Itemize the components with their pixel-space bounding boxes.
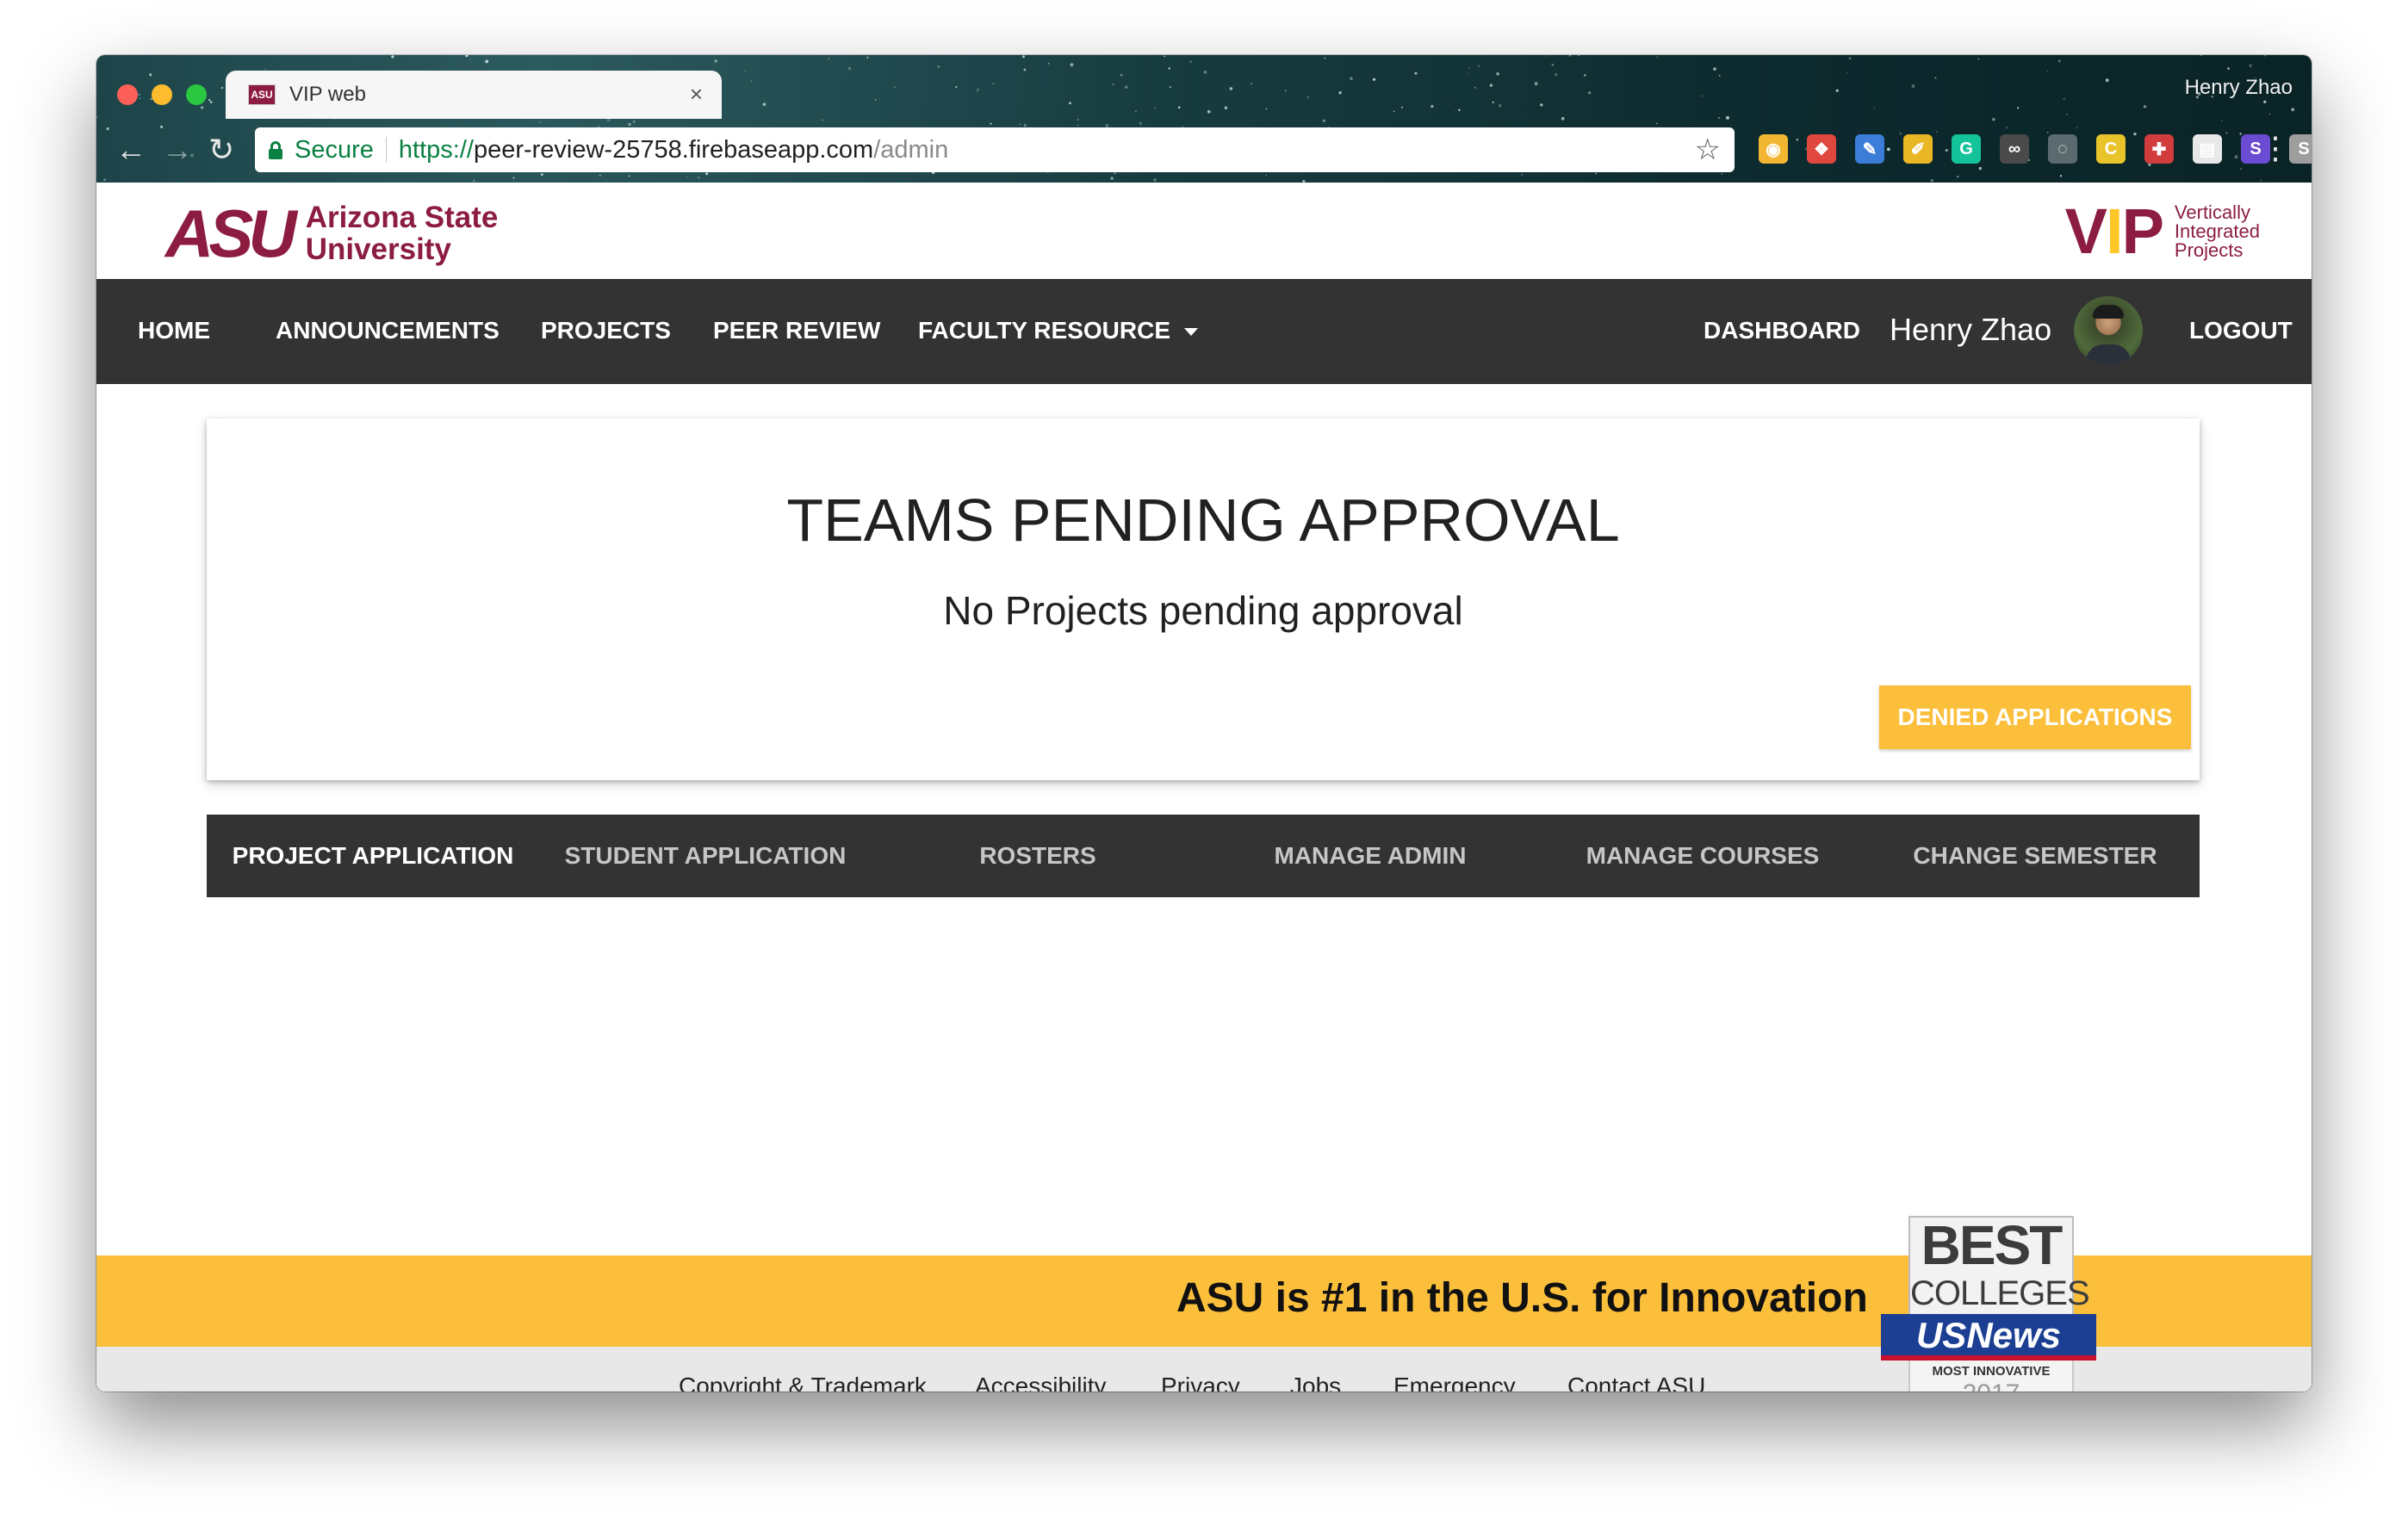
footer-link-jobs[interactable]: Jobs — [1290, 1373, 1341, 1392]
asu-wordmark: Arizona State University — [306, 201, 499, 265]
asu-logo-mark: ASU — [165, 195, 297, 271]
pending-approval-card: TEAMS PENDING APPROVAL No Projects pendi… — [207, 418, 2200, 780]
secure-label: Secure — [295, 135, 374, 164]
window-controls — [117, 84, 207, 105]
url-scheme: https:// — [398, 135, 474, 164]
vip-mark-i: I — [2106, 195, 2124, 267]
vip-mark-v: V — [2064, 195, 2107, 267]
badge-year: 2017 — [1910, 1379, 2072, 1392]
tab-change-semester[interactable]: CHANGE SEMESTER — [1869, 815, 2201, 897]
nav-faculty-resource-label: FACULTY RESOURCE — [918, 317, 1170, 344]
chrome-ext-6-icon[interactable]: ∞ — [2000, 134, 2029, 164]
brand-header: ASU Arizona State University VIP Vertica… — [96, 183, 2312, 279]
vip-mark-p: P — [2121, 195, 2164, 267]
web-page: ASU Arizona State University VIP Vertica… — [96, 183, 2312, 1392]
lock-icon — [269, 141, 282, 159]
admin-tabs: PROJECT APPLICATION STUDENT APPLICATION … — [207, 815, 2200, 897]
vip-wordmark: Vertically Integrated Projects — [2175, 203, 2260, 260]
nav-logout[interactable]: LOGOUT — [2189, 317, 2293, 344]
tab-rosters[interactable]: ROSTERS — [872, 815, 1204, 897]
tab-manage-courses[interactable]: MANAGE COURSES — [1536, 815, 1869, 897]
grammarly-icon[interactable]: G — [1952, 134, 1981, 164]
browser-profile-name[interactable]: Henry Zhao — [2185, 76, 2293, 100]
denied-applications-button[interactable]: DENIED APPLICATIONS — [1879, 685, 2191, 749]
chrome-ext-12-icon[interactable]: S — [2289, 134, 2312, 164]
url-path: /admin — [873, 135, 949, 164]
badge-usnews: USNews — [1915, 1315, 2062, 1355]
nav-announcements[interactable]: ANNOUNCEMENTS — [276, 317, 500, 344]
tab-project-application[interactable]: PROJECT APPLICATION — [207, 815, 539, 897]
chrome-ext-9-icon[interactable]: ✚ — [2144, 134, 2174, 164]
footer-link-privacy[interactable]: Privacy — [1161, 1373, 1240, 1392]
back-arrow-icon[interactable]: ← — [115, 133, 146, 167]
tab-student-application[interactable]: STUDENT APPLICATION — [539, 815, 872, 897]
chrome-ext-7-icon[interactable]: ◌ — [2048, 134, 2077, 164]
caret-down-icon — [1184, 328, 1198, 337]
extensions-bar: ◉ ❖ ✎ ✐ G ∞ ◌ C ✚ ▤ S S — [1759, 134, 2312, 164]
close-tab-icon[interactable]: × — [690, 83, 703, 105]
chrome-ext-8-icon[interactable]: C — [2096, 134, 2126, 164]
tab-title: VIP web — [289, 83, 366, 106]
reload-icon[interactable]: ↻ — [208, 133, 234, 167]
browser-chrome: ASU VIP web × Henry Zhao ← → ↻ Secure ht… — [96, 55, 2312, 183]
chrome-ext-1-icon[interactable]: ◉ — [1759, 134, 1788, 164]
tab-manage-admin[interactable]: MANAGE ADMIN — [1204, 815, 1536, 897]
url-host: peer-review-25758.firebaseapp.com — [473, 135, 874, 164]
nav-faculty-resource[interactable]: FACULTY RESOURCE — [918, 317, 1198, 344]
vip-wordmark-line1: Vertically — [2174, 201, 2250, 223]
close-window-button[interactable] — [117, 84, 138, 105]
footer-link-copyright[interactable]: Copyright & Trademark — [679, 1373, 927, 1392]
vip-wordmark-line3: Projects — [2174, 239, 2244, 261]
forward-arrow-icon[interactable]: → — [162, 133, 193, 167]
badge-most-innovative: MOST INNOVATIVE — [1932, 1364, 2051, 1379]
browser-window: ASU VIP web × Henry Zhao ← → ↻ Secure ht… — [96, 55, 2312, 1392]
footer-link-contact-asu[interactable]: Contact ASU — [1567, 1373, 1705, 1392]
chrome-ext-10-icon[interactable]: ▤ — [2193, 134, 2222, 164]
vip-wordmark-line2: Integrated — [2174, 220, 2260, 242]
asu-favicon-icon: ASU — [248, 84, 276, 105]
empty-state-message: No Projects pending approval — [943, 588, 1463, 633]
chrome-ext-4-icon[interactable]: ✐ — [1903, 134, 1933, 164]
footer-slogan[interactable]: ASU is #1 in the U.S. for Innovation — [1176, 1274, 1868, 1322]
nav-projects[interactable]: PROJECTS — [541, 317, 671, 344]
address-bar[interactable]: Secure https:// peer-review-25758.fireba… — [255, 127, 1735, 172]
user-name[interactable]: Henry Zhao — [1890, 312, 2051, 348]
vip-logo[interactable]: VIP Vertically Integrated Projects — [2065, 200, 2260, 263]
minimize-window-button[interactable] — [152, 84, 172, 105]
chrome-ext-3-icon[interactable]: ✎ — [1855, 134, 1884, 164]
browser-menu-icon[interactable]: ⋮ — [2260, 133, 2291, 164]
browser-toolbar: ← → ↻ Secure https:// peer-review-25758.… — [96, 119, 2312, 183]
vip-logo-mark: VIP — [2065, 200, 2164, 263]
footer-link-emergency[interactable]: Emergency — [1393, 1373, 1516, 1392]
asu-wordmark-line1: Arizona State — [305, 201, 499, 234]
best-colleges-badge[interactable]: BEST COLLEGES USNews MOST INNOVATIVE 201… — [1881, 1216, 2096, 1392]
maximize-window-button[interactable] — [186, 84, 207, 105]
chrome-ext-2-icon[interactable]: ❖ — [1807, 134, 1836, 164]
main-navigation: HOME ANNOUNCEMENTS PROJECTS PEER REVIEW … — [96, 279, 2312, 384]
nav-home[interactable]: HOME — [138, 317, 210, 344]
badge-best: BEST — [1921, 1214, 2064, 1276]
bookmark-star-icon[interactable]: ☆ — [1695, 133, 1721, 167]
page-title: TEAMS PENDING APPROVAL — [786, 487, 1620, 554]
badge-colleges: COLLEGES — [1910, 1274, 2090, 1312]
browser-tab[interactable]: ASU VIP web × — [226, 71, 722, 119]
nav-peer-review[interactable]: PEER REVIEW — [713, 317, 880, 344]
avatar[interactable] — [2074, 296, 2143, 365]
asu-wordmark-line2: University — [305, 232, 451, 266]
footer-link-accessibility[interactable]: Accessibility — [975, 1373, 1106, 1392]
asu-logo[interactable]: ASU Arizona State University — [165, 195, 499, 271]
nav-dashboard[interactable]: DASHBOARD — [1704, 317, 1860, 344]
